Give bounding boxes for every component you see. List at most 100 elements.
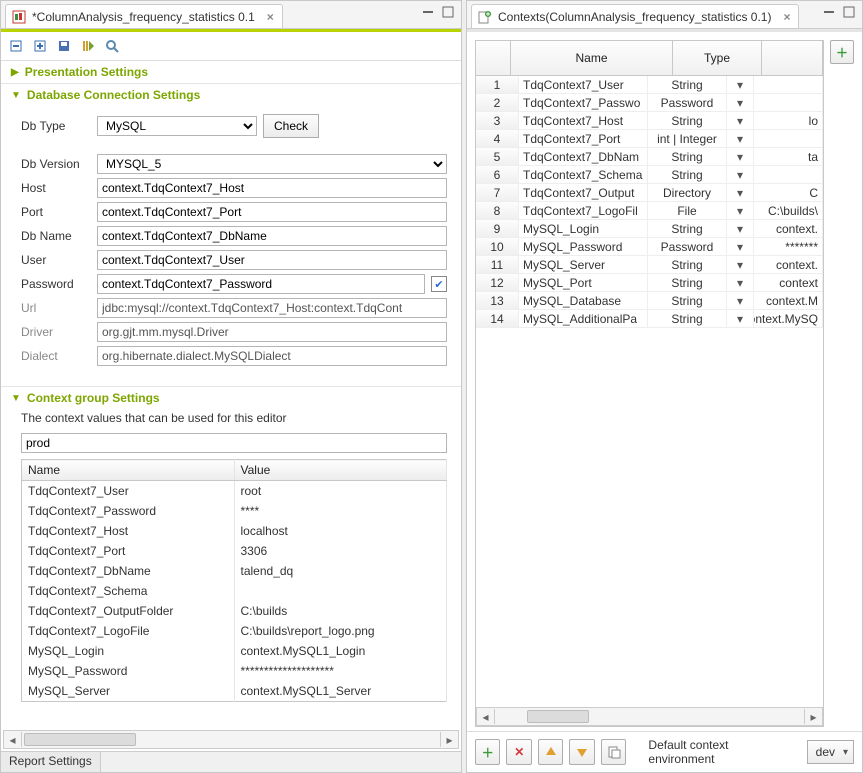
col-type[interactable]: Type <box>673 41 762 75</box>
cell-value: C:\builds\ <box>754 202 823 219</box>
cell-rownum: 1 <box>476 76 519 93</box>
col-name[interactable]: Name <box>22 460 235 481</box>
label-user: User <box>21 253 91 267</box>
collapse-all-icon[interactable] <box>5 35 27 57</box>
cell-type: String <box>648 292 727 309</box>
add-button[interactable]: ＋ <box>475 739 500 765</box>
context-env-select[interactable]: dev <box>807 740 854 764</box>
col-value[interactable]: Value <box>234 460 447 481</box>
scroll-right-icon[interactable]: ▸ <box>804 709 822 724</box>
select-dbversion[interactable]: MYSQL_5 <box>97 154 447 174</box>
grid-row[interactable]: 8TdqContext7_LogoFilFile▾C:\builds\ <box>476 202 823 220</box>
type-dropdown-icon[interactable]: ▾ <box>727 166 754 183</box>
add-column-button[interactable]: ＋ <box>830 40 854 64</box>
cell-value: context <box>754 274 823 291</box>
grid-row[interactable]: 2TdqContext7_PasswoPassword▾ <box>476 94 823 112</box>
type-dropdown-icon[interactable]: ▾ <box>727 292 754 309</box>
search-icon[interactable] <box>101 35 123 57</box>
table-row[interactable]: TdqContext7_LogoFileC:\builds\report_log… <box>22 621 447 641</box>
save-icon[interactable] <box>53 35 75 57</box>
table-row[interactable]: MySQL_Servercontext.MySQL1_Server <box>22 681 447 702</box>
table-row[interactable]: TdqContext7_OutputFolderC:\builds <box>22 601 447 621</box>
cell-value: context. <box>754 256 823 273</box>
grid-row[interactable]: 12MySQL_PortString▾context <box>476 274 823 292</box>
close-icon[interactable]: × <box>783 10 790 24</box>
table-row[interactable]: TdqContext7_Userroot <box>22 481 447 502</box>
col-rownum[interactable] <box>476 41 511 75</box>
check-button[interactable]: Check <box>263 114 319 138</box>
grid-row[interactable]: 6TdqContext7_SchemaString▾ <box>476 166 823 184</box>
move-down-button[interactable] <box>569 739 594 765</box>
select-dbtype[interactable]: MySQL <box>97 116 257 136</box>
grid-row[interactable]: 9MySQL_LoginString▾context. <box>476 220 823 238</box>
grid-row[interactable]: 4TdqContext7_Portint | Integer▾ <box>476 130 823 148</box>
table-row[interactable]: MySQL_Password******************** <box>22 661 447 681</box>
left-scrollbar[interactable]: ◂ ▸ <box>3 730 459 749</box>
col-value[interactable] <box>762 41 823 75</box>
type-dropdown-icon[interactable]: ▾ <box>727 112 754 129</box>
type-dropdown-icon[interactable]: ▾ <box>727 202 754 219</box>
type-dropdown-icon[interactable]: ▾ <box>727 76 754 93</box>
cell-value: context.M <box>754 292 823 309</box>
minimize-icon[interactable] <box>421 5 435 19</box>
scroll-thumb[interactable] <box>527 710 589 723</box>
maximize-icon[interactable] <box>842 5 856 19</box>
copy-button[interactable] <box>601 739 626 765</box>
type-dropdown-icon[interactable]: ▾ <box>727 130 754 147</box>
close-icon[interactable]: × <box>267 10 274 24</box>
col-name[interactable]: Name <box>511 41 673 75</box>
cell-value: context.MySQL1_Login <box>234 641 447 661</box>
grid-row[interactable]: 5TdqContext7_DbNamString▾ta <box>476 148 823 166</box>
cell-type: Password <box>648 238 727 255</box>
type-dropdown-icon[interactable]: ▾ <box>727 94 754 111</box>
run-icon[interactable] <box>77 35 99 57</box>
grid-row[interactable]: 7TdqContext7_OutputDirectory▾C <box>476 184 823 202</box>
type-dropdown-icon[interactable]: ▾ <box>727 148 754 165</box>
section-db-connection[interactable]: ▼ Database Connection Settings <box>1 84 461 106</box>
grid-row[interactable]: 3TdqContext7_HostString▾lo <box>476 112 823 130</box>
type-dropdown-icon[interactable]: ▾ <box>727 310 754 327</box>
scroll-right-icon[interactable]: ▸ <box>440 732 458 747</box>
type-dropdown-icon[interactable]: ▾ <box>727 184 754 201</box>
table-row[interactable]: TdqContext7_DbNametalend_dq <box>22 561 447 581</box>
maximize-icon[interactable] <box>441 5 455 19</box>
type-dropdown-icon[interactable]: ▾ <box>727 238 754 255</box>
table-row[interactable]: MySQL_Login context.MySQL1_Login <box>22 641 447 661</box>
input-user[interactable] <box>97 250 447 270</box>
grid-row[interactable]: 11MySQL_ServerString▾context. <box>476 256 823 274</box>
input-port[interactable] <box>97 202 447 222</box>
minimize-icon[interactable] <box>822 5 836 19</box>
password-context-checkbox[interactable]: ✔ <box>431 276 447 292</box>
section-context-group[interactable]: ▼ Context group Settings <box>1 387 461 409</box>
tab-contexts[interactable]: Contexts(ColumnAnalysis_frequency_statis… <box>471 4 799 28</box>
left-toolbar <box>1 32 461 61</box>
expand-all-icon[interactable] <box>29 35 51 57</box>
grid-scrollbar[interactable]: ◂ ▸ <box>476 707 823 726</box>
grid-row[interactable]: 10MySQL_PasswordPassword▾******* <box>476 238 823 256</box>
input-host[interactable] <box>97 178 447 198</box>
table-row[interactable]: TdqContext7_Port3306 <box>22 541 447 561</box>
table-row[interactable]: TdqContext7_Password**** <box>22 501 447 521</box>
move-up-button[interactable] <box>538 739 563 765</box>
input-dbname[interactable] <box>97 226 447 246</box>
cell-rownum: 14 <box>476 310 519 327</box>
input-password[interactable] <box>97 274 425 294</box>
grid-row[interactable]: 13MySQL_DatabaseString▾context.M <box>476 292 823 310</box>
type-dropdown-icon[interactable]: ▾ <box>727 256 754 273</box>
scroll-thumb[interactable] <box>24 733 136 746</box>
context-env-input[interactable] <box>21 433 447 453</box>
scroll-left-icon[interactable]: ◂ <box>4 732 22 747</box>
grid-row[interactable]: 1TdqContext7_UserString▾ <box>476 76 823 94</box>
cell-value: C:\builds <box>234 601 447 621</box>
status-report-settings[interactable]: Report Settings <box>1 752 101 772</box>
chevron-down-icon: ▼ <box>11 90 21 101</box>
remove-button[interactable]: ✕ <box>506 739 531 765</box>
grid-row[interactable]: 14MySQL_AdditionalPaString▾context.MySQ <box>476 310 823 328</box>
table-row[interactable]: TdqContext7_Schema <box>22 581 447 601</box>
table-row[interactable]: TdqContext7_Hostlocalhost <box>22 521 447 541</box>
tab-column-analysis[interactable]: *ColumnAnalysis_frequency_statistics 0.1… <box>5 4 283 28</box>
scroll-left-icon[interactable]: ◂ <box>477 709 495 724</box>
type-dropdown-icon[interactable]: ▾ <box>727 274 754 291</box>
section-presentation[interactable]: ▶ Presentation Settings <box>1 61 461 83</box>
type-dropdown-icon[interactable]: ▾ <box>727 220 754 237</box>
